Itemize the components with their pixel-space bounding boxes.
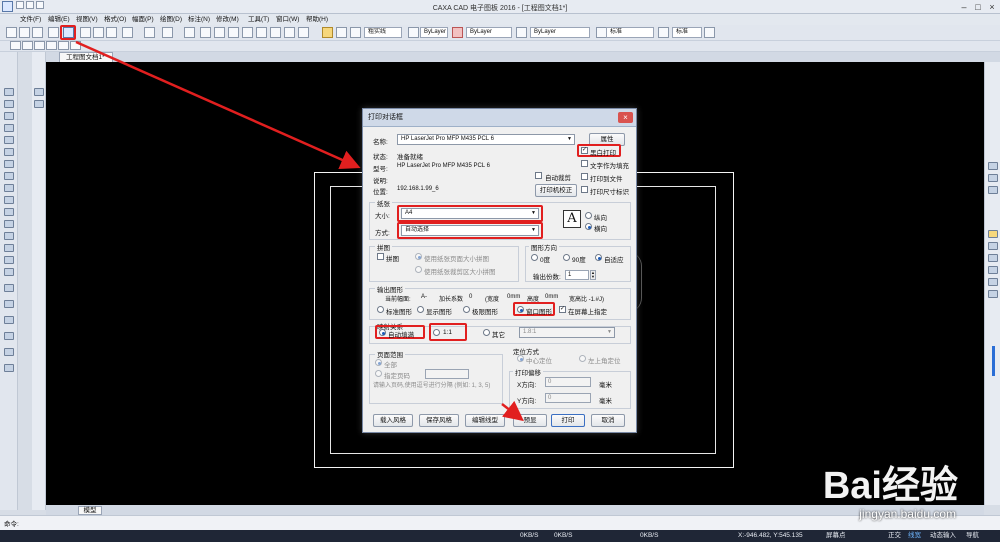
arrow-to-preview <box>501 400 524 422</box>
arrow-to-dialog <box>75 40 361 170</box>
baidu-watermark-url: jingyan.baidu.com <box>859 507 956 521</box>
baidu-watermark: Bai经验 <box>822 465 958 507</box>
